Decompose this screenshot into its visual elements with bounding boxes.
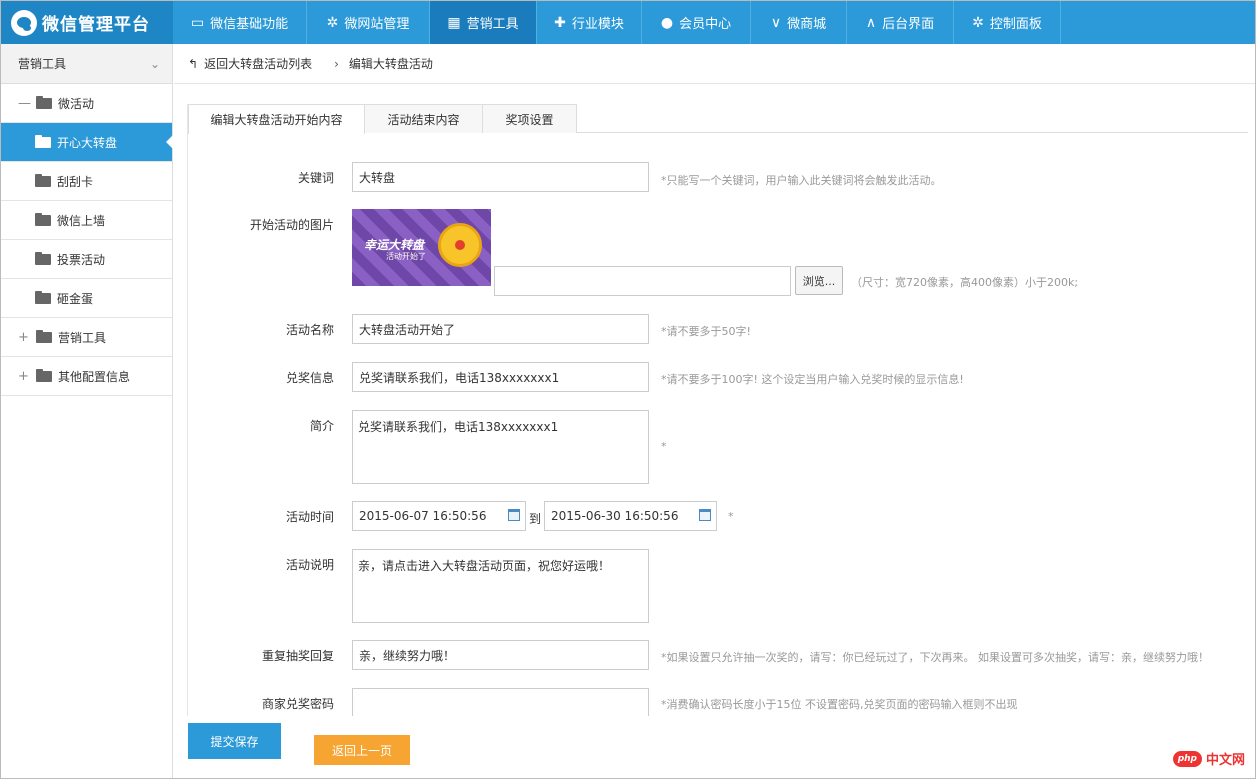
end-time-input[interactable]: 2015-06-30 16:50:56 (544, 501, 717, 531)
folder-icon (35, 212, 51, 226)
sidebar-group-micro-activity[interactable]: — 微活动 (1, 84, 172, 123)
back-button[interactable]: 返回上一页 (314, 735, 410, 765)
edit-form-panel: 编辑大转盘活动开始内容 活动结束内容 奖项设置 关键词 大转盘 *只能写一个关键… (187, 104, 1248, 716)
sidebar-item-wechat-wall[interactable]: 微信上墙 (1, 201, 172, 240)
lucky-wheel-graphic (438, 223, 482, 267)
browse-button[interactable]: 浏览... (795, 266, 843, 295)
nav-microsite[interactable]: ✲ 微网站管理 (307, 1, 430, 44)
sidebar: 营销工具 ⌄ — 微活动 开心大转盘 刮刮卡 微信上墙 投票活动 砸金蛋 + 营… (1, 44, 173, 778)
keyword-label: 关键词 (297, 171, 334, 185)
nav-wechat-basic[interactable]: ▭ 微信基础功能 (173, 1, 307, 44)
prize-info-label: 兑奖信息 (285, 371, 334, 385)
keyword-input[interactable]: 大转盘 (352, 162, 649, 192)
submit-save-button[interactable]: 提交保存 (188, 723, 281, 759)
user-icon: ● (660, 14, 674, 31)
calendar-icon[interactable] (508, 509, 520, 521)
image-label: 开始活动的图片 (249, 218, 334, 232)
start-image-preview: 幸运大转盘 活动开始了 (352, 209, 491, 286)
gift-icon: ▦ (447, 14, 461, 31)
breadcrumb: ↰ 返回大转盘活动列表 › 编辑大转盘活动 (174, 44, 1255, 84)
nav-control-panel[interactable]: ✲ 控制面板 (954, 1, 1061, 44)
time-to-label: 到 (529, 512, 542, 526)
wechat-logo-icon (11, 9, 37, 36)
folder-icon (35, 134, 51, 148)
back-to-list-link[interactable]: 返回大转盘活动列表 (204, 55, 312, 72)
intro-label: 简介 (309, 419, 334, 433)
tab-bar: 编辑大转盘活动开始内容 活动结束内容 奖项设置 (188, 104, 1248, 134)
image-path-input[interactable] (494, 266, 791, 296)
nav-micro-mall[interactable]: ∨ 微商城 (751, 1, 847, 44)
monitor-icon: ▭ (190, 14, 205, 31)
tab-start-content[interactable]: 编辑大转盘活动开始内容 (188, 104, 365, 134)
prize-info-input[interactable]: 兑奖请联系我们，电话138xxxxxxx1 (352, 362, 649, 392)
intro-required-mark: * (661, 440, 667, 453)
repeat-reply-input[interactable]: 亲，继续努力哦！ (352, 640, 649, 670)
activity-desc-textarea[interactable]: 亲，请点击进入大转盘活动页面，祝您好运哦！ (352, 549, 649, 623)
redeem-password-label: 商家兑奖密码 (261, 697, 334, 711)
top-nav-bar: 微信管理平台 ▭ 微信基础功能 ✲ 微网站管理 ▦ 营销工具 ✚ 行业模块 ● 会员中心 … (1, 1, 1255, 44)
folder-icon (36, 329, 52, 343)
sidebar-item-golden-egg[interactable]: 砸金蛋 (1, 279, 172, 318)
sidebar-item-voting[interactable]: 投票活动 (1, 240, 172, 279)
sidebar-item-scratch-card[interactable]: 刮刮卡 (1, 162, 172, 201)
nav-backend-ui[interactable]: ∧ 后台界面 (847, 1, 954, 44)
folder-icon (36, 95, 52, 109)
folder-icon (36, 368, 52, 382)
tab-end-content[interactable]: 活动结束内容 (364, 104, 483, 133)
folder-icon (35, 251, 51, 265)
site-watermark: php 中文网 (1172, 749, 1245, 768)
nav-member-center[interactable]: ● 会员中心 (642, 1, 751, 44)
prize-info-hint: *请不要多于100字! 这个设定当用户输入兑奖时候的显示信息! (661, 373, 964, 386)
calendar-icon[interactable] (699, 509, 711, 521)
repeat-reply-label: 重复抽奖回复 (261, 649, 334, 663)
sidebar-group-marketing-tools[interactable]: + 营销工具 (1, 318, 172, 357)
folder-icon (35, 290, 51, 304)
gear-icon: ✲ (972, 14, 984, 31)
breadcrumb-separator-icon: › (334, 56, 339, 71)
redeem-password-hint: *消费确认密码长度小于15位 不设置密码,兑奖页面的密码输入框则不出现 (661, 698, 1018, 711)
chevron-down-icon: ⌄ (149, 56, 160, 71)
intro-textarea[interactable]: 兑奖请联系我们，电话138xxxxxxx1 (352, 410, 649, 484)
activity-time-label: 活动时间 (285, 510, 334, 524)
keyword-hint: *只能写一个关键词，用户输入此关键词将会触发此活动。 (661, 174, 942, 187)
sidebar-group-other-config[interactable]: + 其他配置信息 (1, 357, 172, 396)
expand-icon: + (18, 329, 29, 345)
gear-icon: ✲ (326, 14, 339, 31)
folder-icon (35, 173, 51, 187)
nav-marketing-tools[interactable]: ▦ 营销工具 (430, 1, 537, 44)
app-logo[interactable]: 微信管理平台 (1, 1, 173, 44)
nav-industry-modules[interactable]: ✚ 行业模块 (537, 1, 642, 44)
chevron-down-icon: ∨ (770, 14, 782, 31)
collapse-icon: — (18, 95, 31, 111)
time-required-mark: * (728, 510, 734, 523)
sidebar-item-lucky-wheel[interactable]: 开心大转盘 (1, 123, 173, 162)
tab-prize-settings[interactable]: 奖项设置 (482, 104, 577, 133)
activity-name-hint: *请不要多于50字! (661, 325, 751, 338)
redeem-password-input[interactable] (352, 688, 649, 716)
start-time-input[interactable]: 2015-06-07 16:50:56 (352, 501, 526, 531)
back-arrow-icon: ↰ (188, 56, 199, 71)
activity-desc-label: 活动说明 (285, 558, 334, 572)
image-size-hint: （尺寸：宽720像素，高400像素）小于200k; (851, 276, 1079, 289)
app-title: 微信管理平台 (42, 15, 150, 35)
puzzle-icon: ✚ (554, 14, 566, 31)
activity-name-label: 活动名称 (285, 323, 334, 337)
chevron-up-icon: ∧ (865, 14, 877, 31)
expand-icon: + (18, 368, 29, 384)
breadcrumb-current: 编辑大转盘活动 (348, 57, 433, 71)
repeat-reply-hint: *如果设置只允许抽一次奖的，请写：你已经玩过了，下次再来。 如果设置可多次抽奖，… (661, 651, 1209, 664)
activity-name-input[interactable]: 大转盘活动开始了 (352, 314, 649, 344)
sidebar-header[interactable]: 营销工具 ⌄ (1, 44, 172, 84)
